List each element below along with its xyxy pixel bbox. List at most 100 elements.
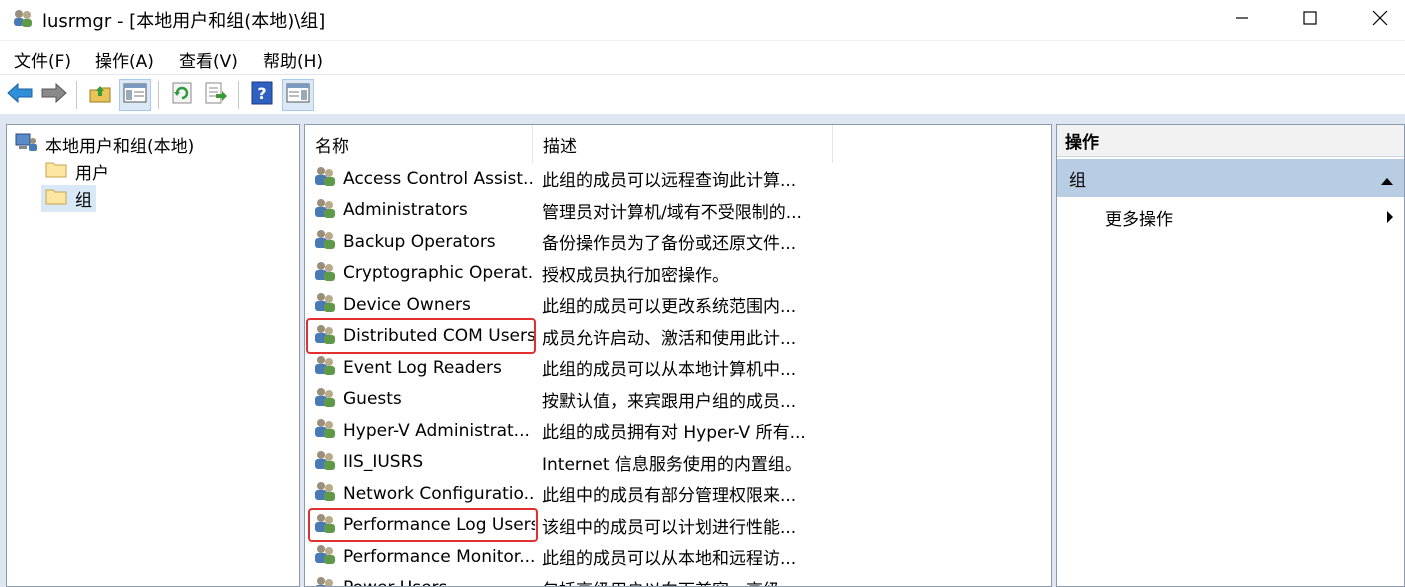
- table-row[interactable]: Network Configuratio... 此组中的成员有部分管理权限来...: [305, 478, 1051, 509]
- submenu-arrow-icon: [1386, 209, 1394, 228]
- table-row[interactable]: Access Control Assist... 此组的成员可以远程查询此计算..…: [305, 163, 1051, 194]
- menu-view[interactable]: 查看(V): [179, 47, 238, 72]
- group-description: Internet 信息服务使用的内置组。: [542, 454, 802, 475]
- group-icon: [313, 260, 337, 287]
- table-row[interactable]: Power Users 包括高级用户以向下兼容，高级...: [305, 573, 1051, 587]
- folder-icon: [45, 187, 67, 210]
- group-name: Backup Operators: [343, 231, 496, 252]
- svg-text:?: ?: [257, 84, 266, 103]
- more-actions-item[interactable]: 更多操作: [1105, 205, 1173, 230]
- tree-node-users[interactable]: 用户: [41, 158, 113, 185]
- group-icon: [313, 449, 337, 476]
- table-row[interactable]: Device Owners 此组的成员可以更改系统范围内...: [305, 289, 1051, 320]
- row-name-cell: Network Configuratio...: [313, 478, 535, 509]
- group-description: 备份操作员为了备份或还原文件...: [542, 234, 797, 254]
- toolbar-separator: [76, 81, 77, 109]
- group-description: 按默认值，来宾跟用户组的成员...: [542, 391, 797, 412]
- row-name-cell: Administrators: [313, 195, 535, 226]
- group-icon: [313, 417, 337, 444]
- group-description: 该组中的成员可以计划进行性能...: [542, 517, 797, 538]
- actions-header: 操作: [1057, 125, 1404, 157]
- show-hide-tree-button[interactable]: [119, 79, 151, 111]
- table-row[interactable]: Hyper-V Administrat... 此组的成员拥有对 Hyper-V 所…: [305, 415, 1051, 446]
- group-name: Performance Monitor...: [343, 546, 535, 567]
- row-name-cell: Hyper-V Administrat...: [313, 415, 535, 446]
- group-name: Power Users: [343, 578, 447, 586]
- back-button[interactable]: [4, 79, 36, 111]
- menu-bar: 文件(F) 操作(A) 查看(V) 帮助(H): [0, 40, 1405, 74]
- group-description: 包括高级用户以向下兼容，高级...: [542, 573, 832, 587]
- menu-help[interactable]: 帮助(H): [263, 47, 323, 72]
- export-list-icon: [204, 82, 228, 108]
- group-description: 此组的成员拥有对 Hyper-V 所有...: [542, 423, 806, 443]
- group-name: Event Log Readers: [343, 357, 502, 378]
- back-arrow-icon: [7, 82, 33, 107]
- group-description: 成员允许启动、激活和使用此计...: [542, 328, 797, 349]
- title-bar: lusrmgr - [本地用户和组(本地)\组]: [0, 0, 1405, 38]
- group-name: Network Configuratio...: [343, 483, 535, 504]
- group-list: 名称 描述 Access Control Assist... 此组的成员可以远程查…: [304, 124, 1052, 587]
- group-description: 管理员对计算机/域有不受限制的...: [542, 202, 802, 223]
- actions-pane: 操作 组 更多操作: [1056, 124, 1405, 587]
- tree-node-label: 用户: [75, 164, 109, 184]
- group-description: 授权成员执行加密操作。: [542, 265, 729, 286]
- forward-button[interactable]: [38, 79, 70, 111]
- group-name: Cryptographic Operat...: [343, 263, 535, 283]
- help-icon: ?: [251, 81, 273, 109]
- table-row[interactable]: IIS_IUSRS Internet 信息服务使用的内置组。: [305, 447, 1051, 478]
- collapse-up-icon: [1380, 171, 1394, 191]
- maximize-button[interactable]: [1280, 0, 1340, 36]
- group-icon: [313, 197, 337, 224]
- users-group-icon: [12, 8, 34, 28]
- column-header-description[interactable]: 描述: [533, 125, 833, 163]
- table-row[interactable]: Administrators 管理员对计算机/域有不受限制的...: [305, 195, 1051, 226]
- up-level-button[interactable]: [84, 79, 116, 111]
- actions-group-label: 组: [1069, 170, 1086, 191]
- console-tree: 本地用户和组(本地) 用户 组: [6, 124, 300, 587]
- refresh-button[interactable]: [166, 79, 198, 111]
- menu-file[interactable]: 文件(F): [14, 47, 71, 72]
- table-row[interactable]: Cryptographic Operat... 授权成员执行加密操作。: [305, 258, 1051, 289]
- folder-icon: [45, 160, 67, 183]
- group-name: Device Owners: [343, 294, 471, 315]
- group-description: 此组的成员可以远程查询此计算...: [542, 171, 797, 191]
- tree-root-label: 本地用户和组(本地): [45, 137, 195, 157]
- show-hide-action-pane-button[interactable]: [282, 79, 314, 111]
- table-row[interactable]: Performance Monitor... 此组的成员可以从本地和远程访...: [305, 541, 1051, 572]
- group-name: Administrators: [343, 200, 468, 220]
- group-icon: [313, 165, 337, 192]
- group-name: Guests: [343, 389, 402, 409]
- group-icon: [313, 354, 337, 381]
- refresh-icon: [171, 82, 193, 108]
- group-icon: [313, 480, 337, 507]
- table-row[interactable]: Backup Operators 备份操作员为了备份或还原文件...: [305, 226, 1051, 257]
- content-area: 本地用户和组(本地) 用户 组 名称 描述 Access Control Ass…: [0, 114, 1405, 587]
- tree-node-label: 组: [75, 191, 92, 211]
- tree-root[interactable]: 本地用户和组(本地): [15, 132, 194, 157]
- highlight-box: [308, 508, 538, 542]
- row-name-cell: Backup Operators: [313, 226, 535, 257]
- minimize-button[interactable]: [1212, 0, 1272, 36]
- row-name-cell: Guests: [313, 384, 535, 415]
- toolbar-separator: [238, 81, 239, 109]
- table-row[interactable]: Guests 按默认值，来宾跟用户组的成员...: [305, 384, 1051, 415]
- close-button[interactable]: [1350, 0, 1405, 36]
- group-description: 此组的成员可以从本地计算机中...: [542, 360, 797, 380]
- group-icon: [313, 386, 337, 413]
- toolbar: ?: [0, 74, 1405, 114]
- table-row[interactable]: Event Log Readers 此组的成员可以从本地计算机中...: [305, 352, 1051, 383]
- show-hide-action-pane-icon: [286, 82, 310, 108]
- group-icon: [313, 291, 337, 318]
- menu-action[interactable]: 操作(A): [95, 47, 154, 72]
- row-name-cell: Power Users: [313, 573, 535, 586]
- tree-node-groups[interactable]: 组: [41, 185, 96, 212]
- actions-group-header[interactable]: 组: [1057, 159, 1404, 197]
- group-name: Hyper-V Administrat...: [343, 420, 530, 441]
- column-header-name[interactable]: 名称: [305, 125, 533, 163]
- group-name: IIS_IUSRS: [343, 452, 424, 472]
- help-button[interactable]: ?: [246, 79, 278, 111]
- row-name-cell: Performance Monitor...: [313, 541, 535, 572]
- group-icon: [313, 228, 337, 255]
- export-list-button[interactable]: [200, 79, 232, 111]
- show-hide-tree-icon: [123, 82, 147, 108]
